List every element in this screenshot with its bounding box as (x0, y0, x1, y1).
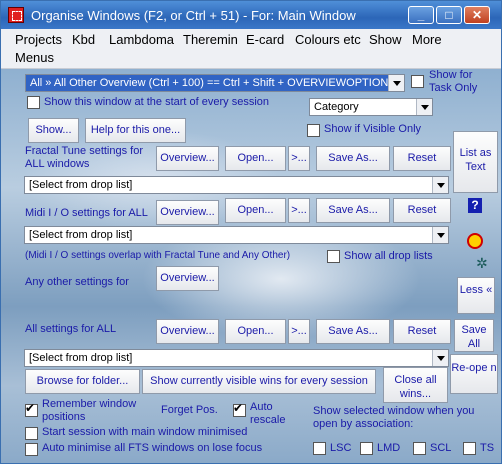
menu-lambdoma[interactable]: Lambdoma (109, 32, 174, 47)
show-all-drop-checkbox[interactable] (327, 250, 340, 263)
fractal-reset-button[interactable]: Reset (393, 146, 451, 171)
midi-select[interactable]: [Select from drop list] (24, 226, 449, 244)
chevron-down-icon[interactable] (432, 350, 448, 366)
forget-pos-label[interactable]: Forget Pos. (161, 404, 218, 416)
target-icon[interactable] (467, 233, 483, 249)
all-reset-button[interactable]: Reset (393, 319, 451, 344)
fractal-select-value: [Select from drop list] (29, 179, 133, 191)
window-title: Organise Windows (F2, or Ctrl + 51) - Fo… (31, 8, 356, 23)
overview-select-value: All » All Other Overview (Ctrl + 100) ==… (30, 77, 396, 89)
auto-minimise-label: Auto minimise all FTS windows on lose fo… (42, 442, 263, 454)
show-for-task-checkbox[interactable] (411, 75, 424, 88)
ts-label: TS (480, 442, 495, 454)
chevron-down-icon[interactable] (416, 99, 432, 115)
show-button[interactable]: Show... (28, 118, 79, 143)
title-bar[interactable]: Organise Windows (F2, or Ctrl + 51) - Fo… (1, 1, 501, 29)
auto-rescale-label: Auto rescale (250, 401, 286, 426)
close-icon: ✕ (471, 8, 483, 22)
list-as-text-button[interactable]: List as Text (453, 131, 498, 193)
maximize-button[interactable]: □ (436, 6, 462, 24)
chevron-down-icon[interactable] (432, 227, 448, 243)
midi-more-button[interactable]: >... (288, 198, 310, 223)
midi-open-button[interactable]: Open... (225, 198, 286, 223)
fractal-tune-label: Fractal Tune settings for ALL windows (25, 145, 143, 170)
help-icon[interactable]: ? (468, 198, 482, 213)
fractal-more-button[interactable]: >... (288, 146, 310, 171)
all-settings-label: All settings for ALL (25, 323, 117, 335)
menu-kbd[interactable]: Kbd (72, 32, 95, 47)
menu-ecard[interactable]: E-card (246, 32, 284, 47)
start-minimised-label: Start session with main window minimised (42, 426, 248, 438)
remember-positions-checkbox[interactable] (25, 401, 38, 417)
show-if-visible-checkbox[interactable] (307, 124, 320, 137)
midi-overview-button[interactable]: Overview... (156, 200, 219, 225)
check-icon (25, 401, 38, 417)
browse-folder-button[interactable]: Browse for folder... (25, 369, 140, 394)
fractal-open-button[interactable]: Open... (225, 146, 286, 171)
auto-rescale-checkbox[interactable] (233, 401, 246, 417)
fractal-overview-button[interactable]: Overview... (156, 146, 219, 171)
any-other-overview-button[interactable]: Overview... (156, 266, 219, 291)
lmd-label: LMD (377, 442, 401, 454)
overview-select[interactable]: All » All Other Overview (Ctrl + 100) ==… (25, 74, 405, 92)
save-all-button[interactable]: Save All (454, 319, 494, 352)
menu-theremin[interactable]: Theremin (183, 32, 238, 47)
organise-windows-window: Organise Windows (F2, or Ctrl + 51) - Fo… (0, 0, 502, 464)
close-button[interactable]: ✕ (464, 6, 490, 24)
show-at-start-checkbox[interactable] (27, 96, 40, 109)
scl-checkbox[interactable] (413, 442, 426, 455)
chevron-down-icon[interactable] (388, 75, 404, 91)
all-more-button[interactable]: >... (288, 319, 310, 344)
category-select-value: Category (314, 101, 359, 113)
minimize-icon: _ (417, 8, 425, 22)
show-all-drop-label: Show all drop lists (344, 250, 433, 262)
show-at-start-label: Show this window at the start of every s… (44, 96, 269, 108)
help-button[interactable]: Help for this one... (85, 118, 186, 143)
show-for-task-label: Show for Task Only (429, 69, 478, 94)
auto-minimise-checkbox[interactable] (25, 443, 38, 456)
all-select-value: [Select from drop list] (29, 352, 133, 364)
menu-menus[interactable]: Menus (15, 50, 54, 65)
menu-more[interactable]: More (412, 32, 442, 47)
maximize-icon: □ (445, 8, 453, 22)
midi-reset-button[interactable]: Reset (393, 198, 451, 223)
all-save-as-button[interactable]: Save As... (316, 319, 390, 344)
client-area: All » All Other Overview (Ctrl + 100) ==… (1, 69, 501, 463)
scl-label: SCL (430, 442, 452, 454)
midi-save-as-button[interactable]: Save As... (316, 198, 390, 223)
midi-label: Midi I / O settings for ALL (25, 207, 148, 219)
close-all-wins-button[interactable]: Close all wins... (383, 367, 448, 403)
midi-select-value: [Select from drop list] (29, 229, 133, 241)
start-minimised-checkbox[interactable] (25, 427, 38, 440)
star-icon[interactable]: ✲ (476, 255, 488, 272)
reopen-button[interactable]: Re-ope n (450, 354, 498, 394)
all-open-button[interactable]: Open... (225, 319, 286, 344)
app-icon (8, 7, 24, 23)
lsc-checkbox[interactable] (313, 442, 326, 455)
menu-projects[interactable]: Projects (15, 32, 62, 47)
menu-bar: Projects Kbd Lambdoma Theremin E-card Co… (1, 29, 501, 69)
midi-overlap-note: (Midi I / O settings overlap with Fracta… (25, 250, 291, 261)
show-selected-label: Show selected window when you open by as… (313, 405, 475, 430)
less-button[interactable]: Less « (457, 277, 495, 314)
menu-show[interactable]: Show (369, 32, 402, 47)
category-select[interactable]: Category (309, 98, 433, 116)
minimize-button[interactable]: _ (408, 6, 434, 24)
menu-colours[interactable]: Colours etc (295, 32, 361, 47)
any-other-label: Any other settings for (25, 276, 129, 288)
show-visible-wins-button[interactable]: Show currently visible wins for every se… (142, 369, 376, 394)
all-overview-button[interactable]: Overview... (156, 319, 219, 344)
chevron-down-icon[interactable] (432, 177, 448, 193)
ts-checkbox[interactable] (463, 442, 476, 455)
fractal-select[interactable]: [Select from drop list] (24, 176, 449, 194)
show-if-visible-label: Show if Visible Only (324, 123, 422, 135)
lmd-checkbox[interactable] (360, 442, 373, 455)
lsc-label: LSC (330, 442, 352, 454)
all-select[interactable]: [Select from drop list] (24, 349, 449, 367)
check-icon (233, 401, 246, 417)
fractal-save-as-button[interactable]: Save As... (316, 146, 390, 171)
remember-positions-label: Remember window positions (42, 398, 137, 423)
